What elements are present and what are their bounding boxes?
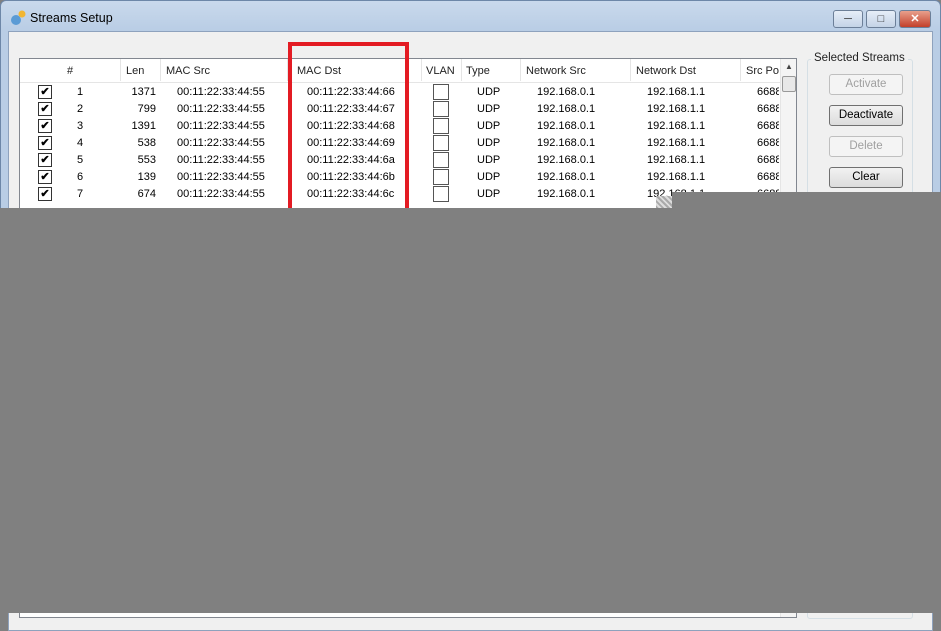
row-network-dst: 192.168.1.1 xyxy=(647,86,706,98)
window-title: Streams Setup xyxy=(30,11,113,25)
occlusion-overlay xyxy=(672,192,941,208)
row-num: 3 xyxy=(77,120,84,132)
col-header-src-port[interactable]: Src Po xyxy=(746,65,779,77)
col-header-network-dst[interactable]: Network Dst xyxy=(636,65,696,77)
row-num: 6 xyxy=(77,171,84,183)
row-network-src: 192.168.0.1 xyxy=(537,137,596,149)
row-network-dst: 192.168.1.1 xyxy=(647,120,706,132)
col-header-vlan[interactable]: VLAN xyxy=(426,65,455,77)
row-len: 553 xyxy=(137,154,156,166)
highlight-box xyxy=(288,42,409,222)
activate-button[interactable]: Activate xyxy=(829,74,903,95)
row-network-src: 192.168.0.1 xyxy=(537,171,596,183)
row-src-port: 6688 xyxy=(757,120,779,132)
row-vlan-checkbox[interactable] xyxy=(433,118,449,134)
delete-button[interactable]: Delete xyxy=(829,136,903,157)
app-icon xyxy=(11,10,26,25)
minimize-button[interactable]: ─ xyxy=(833,10,863,28)
row-len: 674 xyxy=(137,188,156,200)
col-header-num[interactable]: # xyxy=(67,65,73,77)
row-network-dst: 192.168.1.1 xyxy=(647,171,706,183)
col-header-len[interactable]: Len xyxy=(126,65,144,77)
row-src-port: 6688 xyxy=(757,103,779,115)
close-button[interactable]: ✕ xyxy=(899,10,931,28)
row-vlan-checkbox[interactable] xyxy=(433,152,449,168)
col-header-type[interactable]: Type xyxy=(466,65,490,77)
row-len: 1371 xyxy=(131,86,156,98)
row-mac-src: 00:11:22:33:44:55 xyxy=(177,103,265,115)
scroll-up-arrow-icon[interactable]: ▲ xyxy=(785,62,793,71)
occlusion-overlay xyxy=(656,196,672,208)
row-mac-src: 00:11:22:33:44:55 xyxy=(177,86,265,98)
row-mac-src: 00:11:22:33:44:55 xyxy=(177,188,265,200)
row-len: 538 xyxy=(137,137,156,149)
row-type: UDP xyxy=(477,86,501,98)
row-type: UDP xyxy=(477,154,501,166)
row-network-src: 192.168.0.1 xyxy=(537,120,596,132)
row-mac-src: 00:11:22:33:44:55 xyxy=(177,171,265,183)
row-len: 1391 xyxy=(131,120,156,132)
row-num: 4 xyxy=(77,137,84,149)
col-header-mac-src[interactable]: MAC Src xyxy=(166,65,210,77)
row-checkbox[interactable]: ✔ xyxy=(38,136,52,150)
row-type: UDP xyxy=(477,171,501,183)
row-src-port: 6688 xyxy=(757,137,779,149)
row-vlan-checkbox[interactable] xyxy=(433,169,449,185)
row-num: 5 xyxy=(77,154,84,166)
row-checkbox[interactable]: ✔ xyxy=(38,102,52,116)
row-vlan-checkbox[interactable] xyxy=(433,186,449,202)
row-checkbox[interactable]: ✔ xyxy=(38,85,52,99)
row-checkbox[interactable]: ✔ xyxy=(38,119,52,133)
row-type: UDP xyxy=(477,103,501,115)
row-num: 2 xyxy=(77,103,84,115)
row-src-port: 6688 xyxy=(757,154,779,166)
row-network-src: 192.168.0.1 xyxy=(537,154,596,166)
row-network-dst: 192.168.1.1 xyxy=(647,137,706,149)
maximize-button[interactable]: □ xyxy=(866,10,896,28)
row-num: 1 xyxy=(77,86,84,98)
row-network-dst: 192.168.1.1 xyxy=(647,103,706,115)
selected-streams-label: Selected Streams xyxy=(811,52,908,64)
clear-button[interactable]: Clear xyxy=(829,167,903,188)
row-mac-src: 00:11:22:33:44:55 xyxy=(177,154,265,166)
scrollbar-thumb[interactable] xyxy=(782,76,796,92)
row-len: 139 xyxy=(137,171,156,183)
deactivate-button[interactable]: Deactivate xyxy=(829,105,903,126)
row-mac-src: 00:11:22:33:44:55 xyxy=(177,137,265,149)
row-mac-src: 00:11:22:33:44:55 xyxy=(177,120,265,132)
row-vlan-checkbox[interactable] xyxy=(433,84,449,100)
row-network-src: 192.168.0.1 xyxy=(537,86,596,98)
row-vlan-checkbox[interactable] xyxy=(433,101,449,117)
row-src-port: 6688 xyxy=(757,86,779,98)
row-type: UDP xyxy=(477,120,501,132)
row-len: 799 xyxy=(137,103,156,115)
row-checkbox[interactable]: ✔ xyxy=(38,153,52,167)
row-checkbox[interactable]: ✔ xyxy=(38,187,52,201)
row-type: UDP xyxy=(477,137,501,149)
row-src-port: 6688 xyxy=(757,171,779,183)
row-num: 7 xyxy=(77,188,84,200)
row-network-src: 192.168.0.1 xyxy=(537,188,596,200)
row-network-src: 192.168.0.1 xyxy=(537,103,596,115)
row-checkbox[interactable]: ✔ xyxy=(38,170,52,184)
row-type: UDP xyxy=(477,188,501,200)
row-vlan-checkbox[interactable] xyxy=(433,135,449,151)
col-header-network-src[interactable]: Network Src xyxy=(526,65,586,77)
occlusion-overlay xyxy=(0,208,941,613)
row-network-dst: 192.168.1.1 xyxy=(647,154,706,166)
